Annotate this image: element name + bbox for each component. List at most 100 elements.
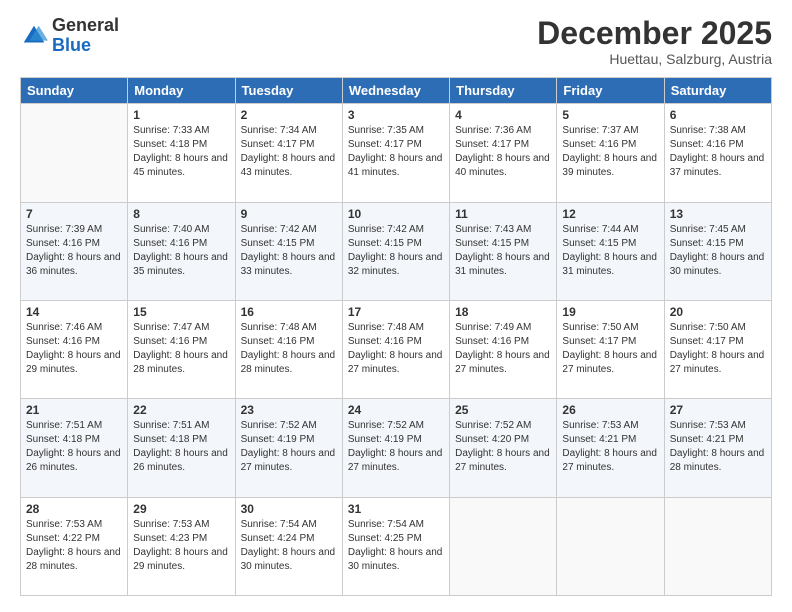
- calendar-week-row: 7 Sunrise: 7:39 AMSunset: 4:16 PMDaylight…: [21, 202, 772, 300]
- table-row: 11 Sunrise: 7:43 AMSunset: 4:15 PMDayligh…: [450, 202, 557, 300]
- table-row: 22 Sunrise: 7:51 AMSunset: 4:18 PMDayligh…: [128, 399, 235, 497]
- calendar-table: Sunday Monday Tuesday Wednesday Thursday…: [20, 77, 772, 596]
- table-row: 24Sunrise: 7:52 AMSunset: 4:19 PMDayligh…: [342, 399, 449, 497]
- day-number: 28: [26, 502, 122, 516]
- day-info: Sunrise: 7:50 AMSunset: 4:17 PMDaylight:…: [562, 321, 658, 377]
- table-row: [557, 497, 664, 595]
- calendar-week-row: 1Sunrise: 7:33 AMSunset: 4:18 PMDaylight…: [21, 104, 772, 202]
- table-row: 30 Sunrise: 7:54 AMSunset: 4:24 PMDayligh…: [235, 497, 342, 595]
- day-number: 11: [455, 207, 551, 221]
- day-info: Sunrise: 7:47 AMSunset: 4:16 PMDaylight:…: [133, 321, 229, 377]
- day-number: 26: [562, 403, 658, 417]
- day-number: 2: [241, 108, 337, 122]
- table-row: 19Sunrise: 7:50 AMSunset: 4:17 PMDayligh…: [557, 300, 664, 398]
- day-number: 9: [241, 207, 337, 221]
- table-row: 15 Sunrise: 7:47 AMSunset: 4:16 PMDayligh…: [128, 300, 235, 398]
- table-row: 31 Sunrise: 7:54 AMSunset: 4:25 PMDayligh…: [342, 497, 449, 595]
- day-info: Sunrise: 7:43 AMSunset: 4:15 PMDaylight:…: [455, 223, 551, 279]
- calendar-week-row: 28 Sunrise: 7:53 AMSunset: 4:22 PMDayligh…: [21, 497, 772, 595]
- day-number: 20: [670, 305, 766, 319]
- table-row: 5 Sunrise: 7:37 AMSunset: 4:16 PMDaylight…: [557, 104, 664, 202]
- day-number: 21: [26, 403, 122, 417]
- day-number: 27: [670, 403, 766, 417]
- header-wednesday: Wednesday: [342, 78, 449, 104]
- day-number: 5: [562, 108, 658, 122]
- day-number: 14: [26, 305, 122, 319]
- day-info: Sunrise: 7:42 AMSunset: 4:15 PMDaylight:…: [241, 223, 337, 279]
- header-saturday: Saturday: [664, 78, 771, 104]
- table-row: 23 Sunrise: 7:52 AMSunset: 4:19 PMDayligh…: [235, 399, 342, 497]
- day-number: 6: [670, 108, 766, 122]
- day-info: Sunrise: 7:51 AMSunset: 4:18 PMDaylight:…: [133, 419, 229, 475]
- day-info: Sunrise: 7:53 AMSunset: 4:22 PMDaylight:…: [26, 518, 122, 574]
- header-tuesday: Tuesday: [235, 78, 342, 104]
- header-thursday: Thursday: [450, 78, 557, 104]
- table-row: [21, 104, 128, 202]
- day-info: Sunrise: 7:40 AMSunset: 4:16 PMDaylight:…: [133, 223, 229, 279]
- logo-icon: [20, 22, 48, 50]
- day-number: 23: [241, 403, 337, 417]
- day-number: 17: [348, 305, 444, 319]
- logo: General Blue: [20, 16, 119, 56]
- day-info: Sunrise: 7:45 AMSunset: 4:15 PMDaylight:…: [670, 223, 766, 279]
- table-row: 25Sunrise: 7:52 AMSunset: 4:20 PMDayligh…: [450, 399, 557, 497]
- day-number: 12: [562, 207, 658, 221]
- day-info: Sunrise: 7:50 AMSunset: 4:17 PMDaylight:…: [670, 321, 766, 377]
- day-number: 22: [133, 403, 229, 417]
- table-row: 27Sunrise: 7:53 AMSunset: 4:21 PMDayligh…: [664, 399, 771, 497]
- table-row: 13 Sunrise: 7:45 AMSunset: 4:15 PMDayligh…: [664, 202, 771, 300]
- day-number: 18: [455, 305, 551, 319]
- table-row: 7 Sunrise: 7:39 AMSunset: 4:16 PMDaylight…: [21, 202, 128, 300]
- day-number: 3: [348, 108, 444, 122]
- table-row: [450, 497, 557, 595]
- day-info: Sunrise: 7:48 AMSunset: 4:16 PMDaylight:…: [348, 321, 444, 377]
- header-sunday: Sunday: [21, 78, 128, 104]
- day-info: Sunrise: 7:53 AMSunset: 4:23 PMDaylight:…: [133, 518, 229, 574]
- day-info: Sunrise: 7:53 AMSunset: 4:21 PMDaylight:…: [562, 419, 658, 475]
- table-row: 21Sunrise: 7:51 AMSunset: 4:18 PMDayligh…: [21, 399, 128, 497]
- day-info: Sunrise: 7:37 AMSunset: 4:16 PMDaylight:…: [562, 124, 658, 180]
- day-info: Sunrise: 7:46 AMSunset: 4:16 PMDaylight:…: [26, 321, 122, 377]
- day-info: Sunrise: 7:34 AMSunset: 4:17 PMDaylight:…: [241, 124, 337, 180]
- day-number: 15: [133, 305, 229, 319]
- day-info: Sunrise: 7:48 AMSunset: 4:16 PMDaylight:…: [241, 321, 337, 377]
- logo-text-general: General: [52, 16, 119, 36]
- table-row: 26 Sunrise: 7:53 AMSunset: 4:21 PMDayligh…: [557, 399, 664, 497]
- day-info: Sunrise: 7:54 AMSunset: 4:24 PMDaylight:…: [241, 518, 337, 574]
- day-number: 30: [241, 502, 337, 516]
- day-info: Sunrise: 7:42 AMSunset: 4:15 PMDaylight:…: [348, 223, 444, 279]
- month-title: December 2025: [537, 16, 772, 51]
- day-number: 8: [133, 207, 229, 221]
- day-info: Sunrise: 7:54 AMSunset: 4:25 PMDaylight:…: [348, 518, 444, 574]
- day-info: Sunrise: 7:33 AMSunset: 4:18 PMDaylight:…: [133, 124, 229, 180]
- day-number: 7: [26, 207, 122, 221]
- day-number: 16: [241, 305, 337, 319]
- table-row: 4Sunrise: 7:36 AMSunset: 4:17 PMDaylight…: [450, 104, 557, 202]
- day-info: Sunrise: 7:39 AMSunset: 4:16 PMDaylight:…: [26, 223, 122, 279]
- table-row: 12Sunrise: 7:44 AMSunset: 4:15 PMDayligh…: [557, 202, 664, 300]
- day-info: Sunrise: 7:52 AMSunset: 4:20 PMDaylight:…: [455, 419, 551, 475]
- calendar-week-row: 14 Sunrise: 7:46 AMSunset: 4:16 PMDayligh…: [21, 300, 772, 398]
- table-row: 17 Sunrise: 7:48 AMSunset: 4:16 PMDayligh…: [342, 300, 449, 398]
- day-number: 31: [348, 502, 444, 516]
- table-row: 14 Sunrise: 7:46 AMSunset: 4:16 PMDayligh…: [21, 300, 128, 398]
- day-info: Sunrise: 7:49 AMSunset: 4:16 PMDaylight:…: [455, 321, 551, 377]
- day-number: 13: [670, 207, 766, 221]
- table-row: 3Sunrise: 7:35 AMSunset: 4:17 PMDaylight…: [342, 104, 449, 202]
- table-row: 9 Sunrise: 7:42 AMSunset: 4:15 PMDaylight…: [235, 202, 342, 300]
- day-info: Sunrise: 7:52 AMSunset: 4:19 PMDaylight:…: [348, 419, 444, 475]
- table-row: 20 Sunrise: 7:50 AMSunset: 4:17 PMDayligh…: [664, 300, 771, 398]
- day-number: 10: [348, 207, 444, 221]
- calendar-week-row: 21 Sunrise: 7:51 AMSunset: 4:18 PMDayligh…: [21, 399, 772, 497]
- header-friday: Friday: [557, 78, 664, 104]
- table-row: [664, 497, 771, 595]
- table-row: 8 Sunrise: 7:40 AMSunset: 4:16 PMDaylight…: [128, 202, 235, 300]
- header-monday: Monday: [128, 78, 235, 104]
- page: General Blue December 2025 Huettau, Salz…: [0, 0, 792, 612]
- subtitle: Huettau, Salzburg, Austria: [537, 51, 772, 67]
- table-row: 18 Sunrise: 7:49 AMSunset: 4:16 PMDayligh…: [450, 300, 557, 398]
- table-row: 10 Sunrise: 7:42 AMSunset: 4:15 PMDayligh…: [342, 202, 449, 300]
- table-row: 2 Sunrise: 7:34 AMSunset: 4:17 PMDaylight…: [235, 104, 342, 202]
- logo-text-blue: Blue: [52, 36, 119, 56]
- day-info: Sunrise: 7:52 AMSunset: 4:19 PMDaylight:…: [241, 419, 337, 475]
